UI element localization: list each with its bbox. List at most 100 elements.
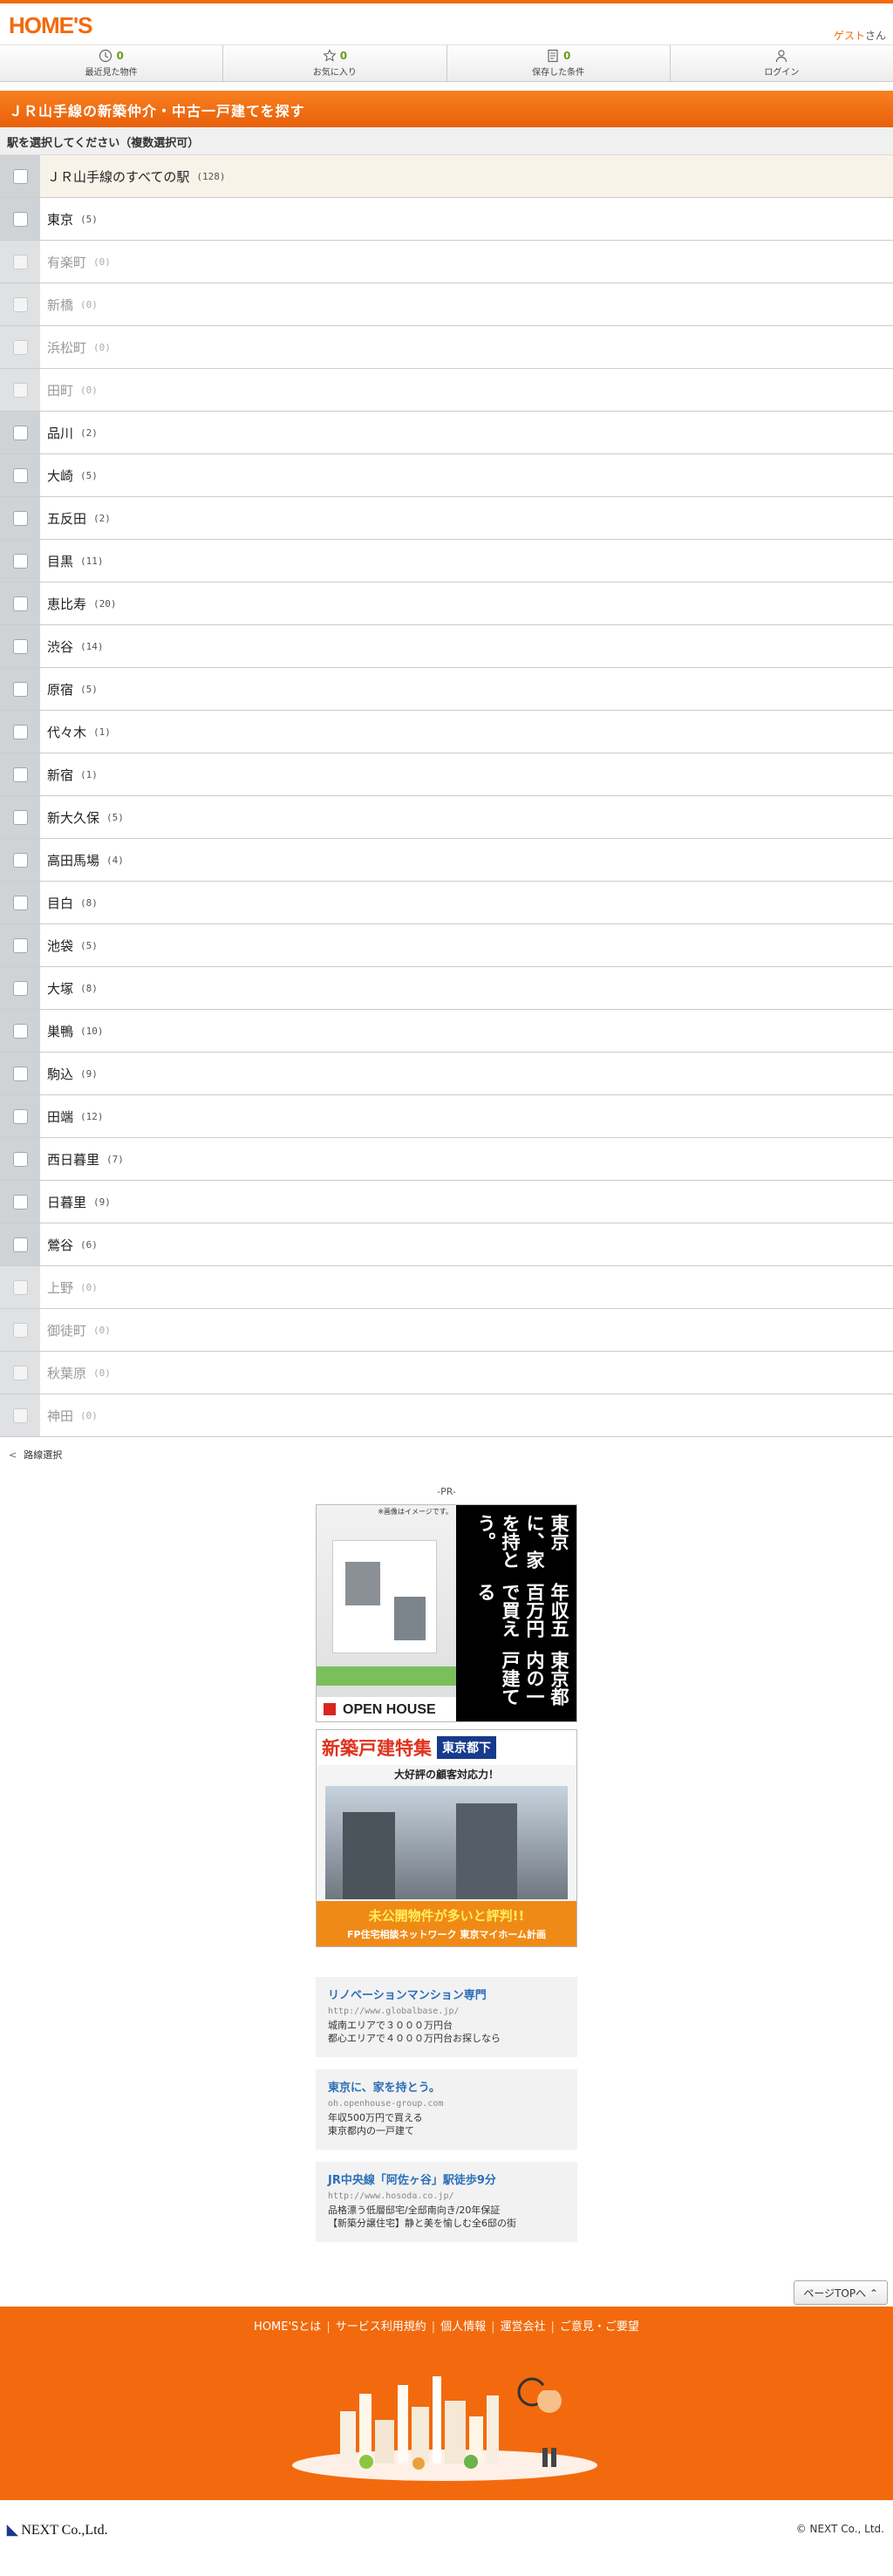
station-row[interactable]: 西日暮里 (7) [0, 1138, 893, 1181]
station-checkbox[interactable] [0, 1138, 40, 1180]
footer-link-feedback[interactable]: ご意見・ご要望 [560, 2320, 639, 2334]
new-house-feature-banner[interactable]: 新築戸建特集 東京都下 大好評の顧客対応力！ 未公開物件が多いと評判!! FP住… [316, 1729, 577, 1947]
station-checkbox[interactable] [0, 668, 40, 710]
station-checkbox[interactable] [0, 540, 40, 582]
station-checkbox[interactable] [0, 967, 40, 1009]
checkbox-box[interactable] [12, 895, 28, 910]
footer-link-terms[interactable]: サービス利用規約 [336, 2320, 426, 2334]
checkbox-box [12, 254, 28, 269]
text-ad[interactable]: 東京に、家を持とう。 oh.openhouse-group.com 年収500万… [316, 2069, 577, 2150]
checkbox-box[interactable] [12, 1237, 28, 1252]
station-row[interactable]: 五反田 (2) [0, 497, 893, 540]
station-count: (5) [106, 811, 124, 823]
checkbox-box[interactable] [12, 211, 28, 227]
station-count: (128) [196, 170, 226, 182]
station-row: 田町 (0) [0, 369, 893, 412]
station-name: ＪＲ山手線のすべての駅 [47, 168, 190, 185]
checkbox-box[interactable] [12, 980, 28, 996]
footer-link-privacy[interactable]: 個人情報 [440, 2320, 486, 2334]
station-row[interactable]: 代々木 (1) [0, 711, 893, 753]
station-row: 御徒町 (0) [0, 1309, 893, 1352]
station-checkbox[interactable] [0, 796, 40, 838]
station-row[interactable]: 渋谷 (14) [0, 625, 893, 668]
station-checkbox[interactable] [0, 839, 40, 881]
back-to-line-select[interactable]: < 路線選択 [0, 1437, 893, 1472]
station-row[interactable]: 大塚 (8) [0, 967, 893, 1010]
station-checkbox[interactable] [0, 198, 40, 240]
station-name: 原宿 [47, 681, 74, 698]
station-row[interactable]: 目黒 (11) [0, 540, 893, 583]
station-row[interactable]: 東京 (5) [0, 198, 893, 241]
nav-saved-conditions[interactable]: 0 保存した条件 [447, 45, 671, 81]
station-row[interactable]: 池袋 (5) [0, 924, 893, 967]
station-row[interactable]: 恵比寿 (20) [0, 583, 893, 625]
station-checkbox[interactable] [0, 625, 40, 667]
station-row[interactable]: 目白 (8) [0, 882, 893, 924]
station-name: 鶯谷 [47, 1237, 74, 1253]
lawn-image [317, 1666, 456, 1686]
station-checkbox[interactable] [0, 711, 40, 753]
station-row[interactable]: 新宿 (1) [0, 753, 893, 796]
station-checkbox[interactable] [0, 412, 40, 453]
page-top-button[interactable]: ページTOPへ ⌃ [794, 2280, 888, 2305]
station-checkbox[interactable] [0, 924, 40, 966]
station-row[interactable]: 駒込 (9) [0, 1053, 893, 1095]
text-ad[interactable]: リノベーションマンション専門 http://www.globalbase.jp/… [316, 1977, 577, 2057]
station-row[interactable]: 原宿 (5) [0, 668, 893, 711]
station-row[interactable]: 新大久保 (5) [0, 796, 893, 839]
text-ad[interactable]: JR中央線「阿佐ヶ谷」駅徒歩9分 http://www.hosoda.co.jp… [316, 2162, 577, 2242]
checkbox-box[interactable] [12, 767, 28, 782]
checkbox-box[interactable] [12, 553, 28, 569]
station-row[interactable]: 品川 (2) [0, 412, 893, 454]
station-checkbox[interactable] [0, 1010, 40, 1052]
checkbox-box[interactable] [12, 1151, 28, 1167]
checkbox-box[interactable] [12, 638, 28, 654]
checkbox-box[interactable] [12, 510, 28, 526]
station-row-all[interactable]: ＪＲ山手線のすべての駅 (128) [0, 155, 893, 198]
station-checkbox[interactable] [0, 454, 40, 496]
checkbox-box[interactable] [12, 1194, 28, 1210]
ad-title[interactable]: JR中央線「阿佐ヶ谷」駅徒歩9分 [328, 2171, 565, 2187]
guest-name[interactable]: ゲスト [834, 30, 865, 42]
ad-title[interactable]: リノベーションマンション専門 [328, 1986, 565, 2002]
checkbox-box[interactable] [12, 1108, 28, 1124]
checkbox-box[interactable] [12, 467, 28, 483]
checkbox-box[interactable] [12, 852, 28, 868]
station-checkbox [0, 1352, 40, 1394]
footer-link-company[interactable]: 運営会社 [501, 2320, 546, 2334]
station-row[interactable]: 巣鴨 (10) [0, 1010, 893, 1053]
checkbox-box[interactable] [12, 1023, 28, 1039]
nav-recently-viewed[interactable]: 0 最近見た物件 [0, 45, 224, 81]
station-checkbox[interactable] [0, 583, 40, 624]
checkbox-box[interactable] [12, 1066, 28, 1081]
station-count: (5) [80, 213, 98, 225]
station-row[interactable]: 日暮里 (9) [0, 1181, 893, 1223]
footer-link-about[interactable]: HOME'Sとは [254, 2320, 321, 2334]
station-checkbox[interactable] [0, 155, 40, 197]
copyright: © NEXT Co., Ltd. [795, 2523, 884, 2535]
station-checkbox[interactable] [0, 1181, 40, 1223]
station-checkbox[interactable] [0, 882, 40, 923]
ad-title[interactable]: 東京に、家を持とう。 [328, 2078, 565, 2095]
station-checkbox[interactable] [0, 1053, 40, 1094]
station-checkbox[interactable] [0, 1223, 40, 1265]
station-checkbox[interactable] [0, 497, 40, 539]
openhouse-banner[interactable]: ※画像はイメージです。 OPEN HOUSE 東京に、家を持とう。 年収五百万円… [316, 1504, 577, 1722]
station-row[interactable]: 鶯谷 (6) [0, 1223, 893, 1266]
checkbox-box[interactable] [12, 809, 28, 825]
station-row[interactable]: 大崎 (5) [0, 454, 893, 497]
nav-favorites[interactable]: 0 お気に入り [223, 45, 447, 81]
checkbox-box[interactable] [12, 596, 28, 611]
checkbox-box[interactable] [12, 168, 28, 184]
station-row[interactable]: 田端 (12) [0, 1095, 893, 1138]
nav-login[interactable]: ログイン [671, 45, 893, 81]
station-checkbox[interactable] [0, 753, 40, 795]
next-mark-icon: ◣ [7, 2523, 18, 2538]
checkbox-box[interactable] [12, 681, 28, 697]
checkbox-box[interactable] [12, 425, 28, 440]
checkbox-box[interactable] [12, 724, 28, 739]
checkbox-box[interactable] [12, 937, 28, 953]
homes-logo[interactable]: HOME'S [9, 12, 93, 39]
station-checkbox[interactable] [0, 1095, 40, 1137]
station-row[interactable]: 高田馬場 (4) [0, 839, 893, 882]
